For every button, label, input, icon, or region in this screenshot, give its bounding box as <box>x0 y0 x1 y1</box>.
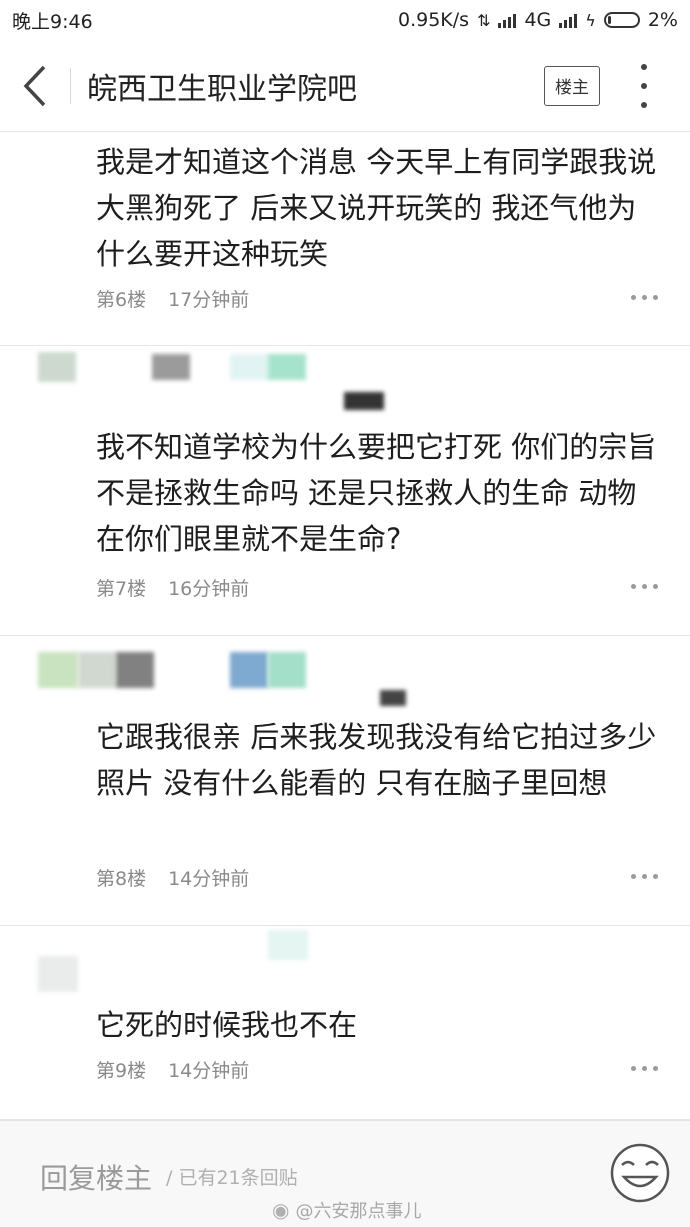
post-more-icon[interactable] <box>631 874 658 879</box>
forum-title[interactable]: 皖西卫生职业学院吧 <box>87 64 544 108</box>
battery-icon <box>603 12 640 28</box>
floor-number: 第7楼 <box>96 578 147 600</box>
blur-mark <box>344 392 384 410</box>
floor-number: 第9楼 <box>96 1060 147 1082</box>
post-floor-9: 它死的时候我也不在 第9楼 14分钟前 <box>0 926 690 1120</box>
network-speed: 0.95K/s <box>397 9 470 31</box>
post-more-icon[interactable] <box>631 584 658 589</box>
post-meta: 第7楼 16分钟前 <box>96 574 249 601</box>
more-options-icon[interactable] <box>630 63 658 108</box>
signal-icon <box>498 12 517 28</box>
post-text: 它死的时候我也不在 <box>96 1008 358 1042</box>
post-meta: 第9楼 14分钟前 <box>96 1056 249 1083</box>
post-more-icon[interactable] <box>631 1066 658 1071</box>
post-floor-6: 我是才知道这个消息 今天早上有同学跟我说大黑狗死了 后来又说开玩笑的 我还气他为… <box>0 133 690 346</box>
status-indicators: 0.95K/s ⇅ 4G ϟ 2% <box>398 9 678 31</box>
post-more-icon[interactable] <box>631 295 658 300</box>
blur-mark <box>380 690 406 706</box>
status-bar: 晚上9:46 0.95K/s ⇅ 4G ϟ 2% <box>0 0 690 40</box>
post-time: 14分钟前 <box>168 1060 250 1082</box>
status-time: 晚上9:46 <box>12 10 93 33</box>
reply-bar: 回复楼主 / 已有21条回贴 ◉ @六安那点事儿 <box>0 1120 690 1227</box>
floor-number: 第8楼 <box>96 868 147 890</box>
battery-level: 2% <box>647 9 678 31</box>
watermark-text: @六安那点事儿 <box>295 1201 422 1222</box>
post-time: 17分钟前 <box>168 289 250 311</box>
network-type: 4G <box>524 9 552 31</box>
username-blurred-2 <box>116 652 154 688</box>
reply-input[interactable]: 回复楼主 <box>40 1157 152 1197</box>
header-divider <box>70 67 71 104</box>
post-text: 我是才知道这个消息 今天早上有同学跟我说大黑狗死了 后来又说开玩笑的 我还气他为… <box>96 145 657 271</box>
user-avatar[interactable] <box>38 956 78 992</box>
post-floor-7: 我不知道学校为什么要把它打死 你们的宗旨不是拯救生命吗 还是只拯救人的生命 动物… <box>0 346 690 636</box>
post-text: 我不知道学校为什么要把它打死 你们的宗旨不是拯救生命吗 还是只拯救人的生命 动物… <box>96 430 657 556</box>
weibo-icon: ◉ <box>272 1198 290 1222</box>
source-watermark: ◉ @六安那点事儿 <box>272 1197 421 1223</box>
charging-icon: ϟ <box>585 10 596 30</box>
data-transfer-icon: ⇅ <box>477 10 491 30</box>
floor-number: 第6楼 <box>96 289 147 311</box>
post-meta: 第6楼 17分钟前 <box>96 285 249 312</box>
post-time: 16分钟前 <box>168 578 250 600</box>
user-badge-blurred <box>230 652 268 688</box>
user-badge-blurred-2 <box>268 652 306 688</box>
username-blurred <box>152 354 190 380</box>
emoji-icon[interactable] <box>608 1141 672 1205</box>
app-header: 皖西卫生职业学院吧 楼主 <box>0 40 690 132</box>
signal-icon-2 <box>559 12 578 28</box>
post-floor-8: 它跟我很亲 后来我发现我没有给它拍过多少照片 没有什么能看的 只有在脑子里回想 … <box>0 636 690 926</box>
post-text: 它跟我很亲 后来我发现我没有给它拍过多少照片 没有什么能看的 只有在脑子里回想 <box>96 720 657 800</box>
post-meta: 第8楼 14分钟前 <box>96 864 249 891</box>
only-op-button[interactable]: 楼主 <box>544 65 600 106</box>
user-avatar[interactable] <box>38 352 76 382</box>
post-time: 14分钟前 <box>168 868 250 890</box>
username-blurred <box>78 652 116 688</box>
user-avatar[interactable] <box>38 652 78 688</box>
user-badge-blurred <box>230 354 270 380</box>
user-badge-blurred <box>268 930 308 960</box>
back-icon[interactable] <box>0 40 70 132</box>
reply-count: / 已有21条回贴 <box>166 1167 298 1189</box>
user-badge-blurred-2 <box>268 354 306 380</box>
